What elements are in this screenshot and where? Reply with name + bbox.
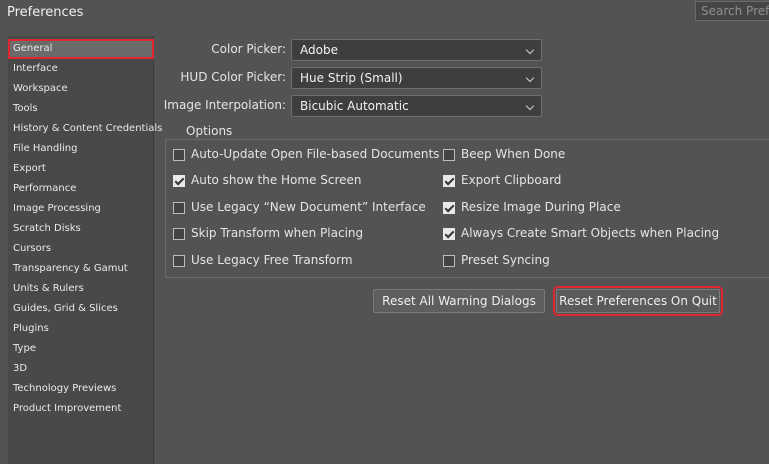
image-interpolation-select[interactable]: Bicubic Automatic [291,95,542,117]
sidebar-item-export[interactable]: Export [8,159,154,179]
chevron-down-icon [525,101,535,111]
checkbox-label: Beep When Done [461,147,566,161]
sidebar-item-file-handling[interactable]: File Handling [8,139,154,159]
checkbox-label: Skip Transform when Placing [191,226,364,240]
checkbox-smart-objects[interactable] [443,228,455,240]
checkbox-label: Export Clipboard [461,173,562,187]
sidebar-item-technology-previews[interactable]: Technology Previews [8,379,154,399]
sidebar-item-plugins[interactable]: Plugins [8,319,154,339]
checkbox-label: Use Legacy Free Transform [191,253,353,267]
checkbox-resize-image[interactable] [443,202,455,214]
sidebar-item-tools[interactable]: Tools [8,99,154,119]
checkbox-export-clipboard[interactable] [443,175,455,187]
search-input[interactable]: Search Preferences [695,1,769,21]
reset-preferences-button[interactable]: Reset Preferences On Quit [553,286,723,316]
checkbox-label: Use Legacy “New Document” Interface [191,200,426,214]
sidebar-item-workspace[interactable]: Workspace [8,79,154,99]
chevron-down-icon [525,73,535,83]
sidebar-item-scratch-disks[interactable]: Scratch Disks [8,219,154,239]
sidebar-item-history[interactable]: History & Content Credentials [8,119,162,139]
checkbox-label: Always Create Smart Objects when Placing [461,226,720,240]
title-bar: Preferences Search Preferences [0,0,769,25]
checkbox-label: Auto show the Home Screen [191,173,362,187]
color-picker-select[interactable]: Adobe [291,39,542,61]
sidebar-item-performance[interactable]: Performance [8,179,154,199]
hud-color-picker-select[interactable]: Hue Strip (Small) [291,67,542,89]
sidebar-item-3d[interactable]: 3D [8,359,154,379]
sidebar-item-cursors[interactable]: Cursors [8,239,154,259]
color-picker-value: Adobe [300,43,338,57]
color-picker-label: Color Picker: [211,42,286,56]
hud-color-picker-value: Hue Strip (Small) [300,71,403,85]
checkbox-label: Preset Syncing [461,253,550,267]
checkbox-label: Resize Image During Place [461,200,621,214]
options-title: Options [182,124,237,138]
checkbox-skip-transform[interactable] [173,228,185,240]
window-title: Preferences [7,5,84,20]
checkbox-label: Auto-Update Open File-based Documents [191,147,440,161]
hud-color-picker-label: HUD Color Picker: [180,70,286,84]
sidebar-item-units-rulers[interactable]: Units & Rulers [8,279,154,299]
chevron-down-icon [525,45,535,55]
checkbox-auto-show-home[interactable] [173,175,185,187]
image-interpolation-label: Image Interpolation: [163,98,286,112]
reset-warning-dialogs-button[interactable]: Reset All Warning Dialogs [373,289,545,313]
checkbox-auto-update[interactable] [173,149,185,161]
sidebar-item-image-processing[interactable]: Image Processing [8,199,154,219]
checkbox-legacy-free-transform[interactable] [173,255,185,267]
sidebar-item-guides[interactable]: Guides, Grid & Slices [8,299,154,319]
sidebar-item-product-improvement[interactable]: Product Improvement [8,399,154,419]
sidebar-item-type[interactable]: Type [8,339,154,359]
sidebar: General Interface Workspace Tools Histor… [8,36,162,464]
checkbox-legacy-new-document[interactable] [173,202,185,214]
image-interpolation-value: Bicubic Automatic [300,99,409,113]
sidebar-item-transparency[interactable]: Transparency & Gamut [8,259,154,279]
checkbox-beep-when-done[interactable] [443,149,455,161]
sidebar-item-interface[interactable]: Interface [8,59,154,79]
checkbox-preset-syncing[interactable] [443,255,455,267]
sidebar-item-general[interactable]: General [8,39,154,59]
